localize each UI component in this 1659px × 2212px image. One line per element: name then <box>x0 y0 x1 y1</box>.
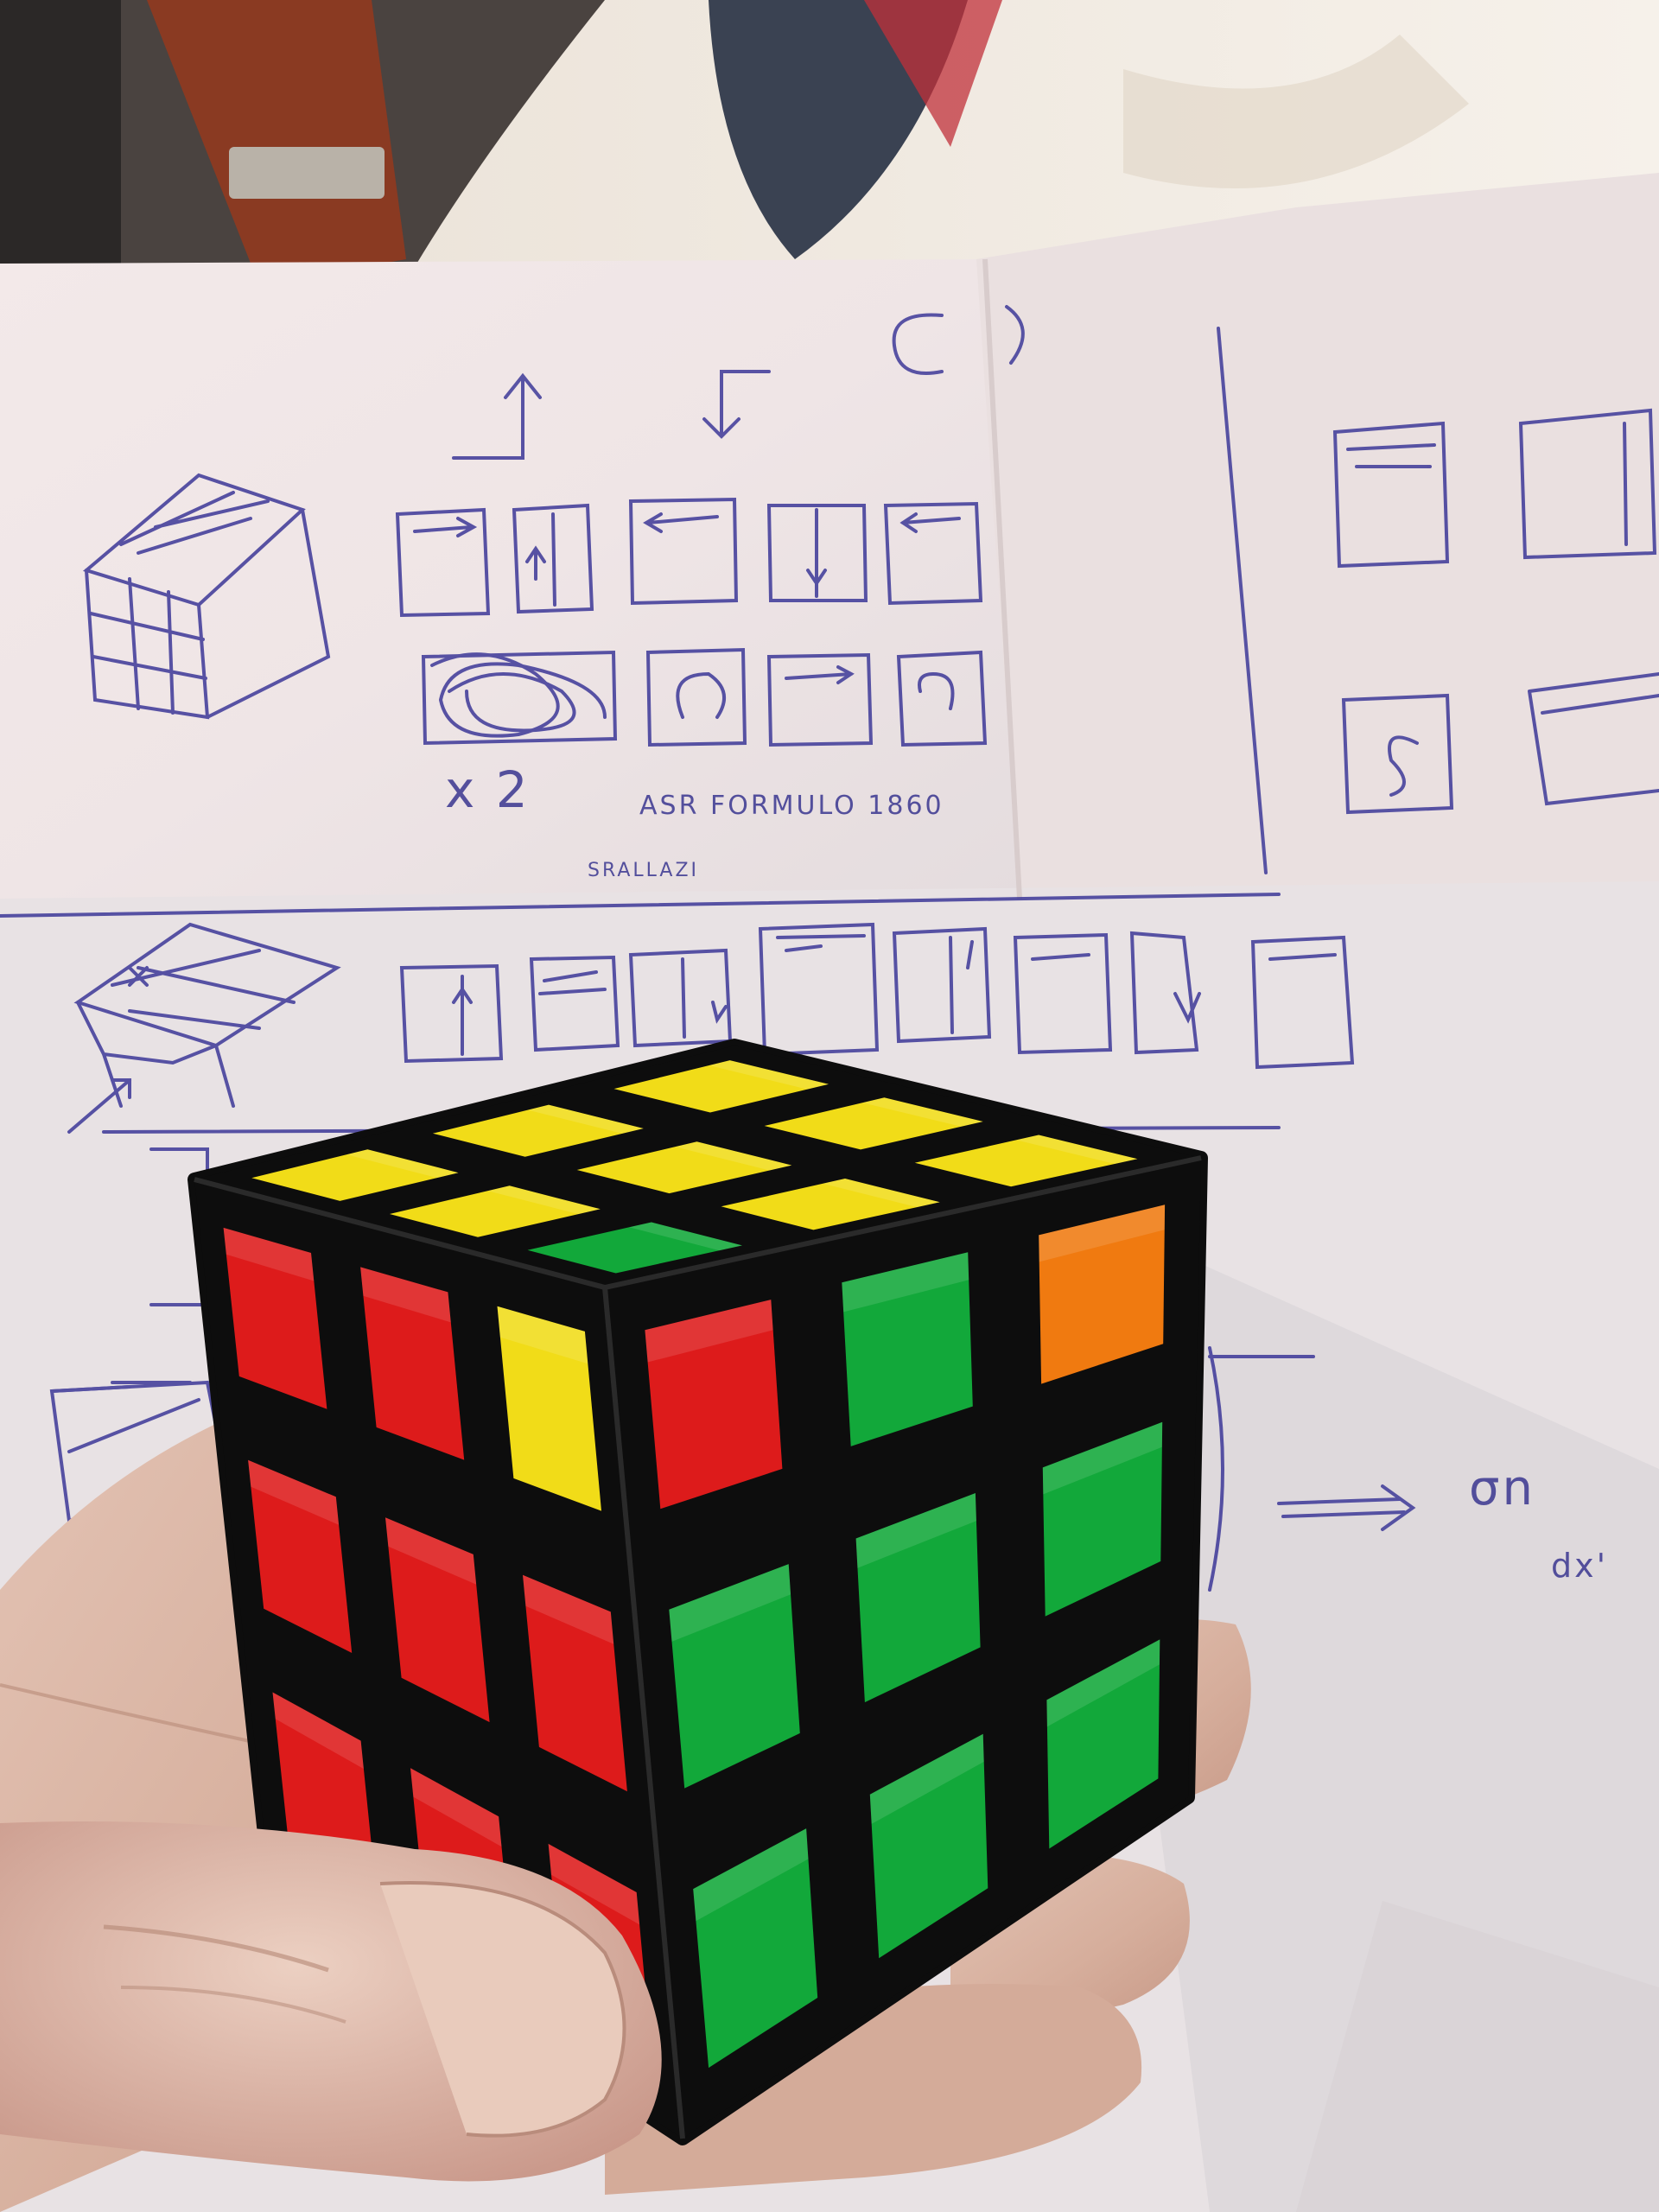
note-row1-words: ASR FORMULO 1860 <box>639 791 944 821</box>
note-right-sub: dx' <box>1551 1547 1609 1585</box>
note-right-mark: σn <box>1469 1460 1535 1516</box>
note-row1-caption: x 2 <box>445 760 531 819</box>
photo-scene <box>0 0 1659 2212</box>
note-row1-subword: SRALLAZI <box>588 860 700 881</box>
